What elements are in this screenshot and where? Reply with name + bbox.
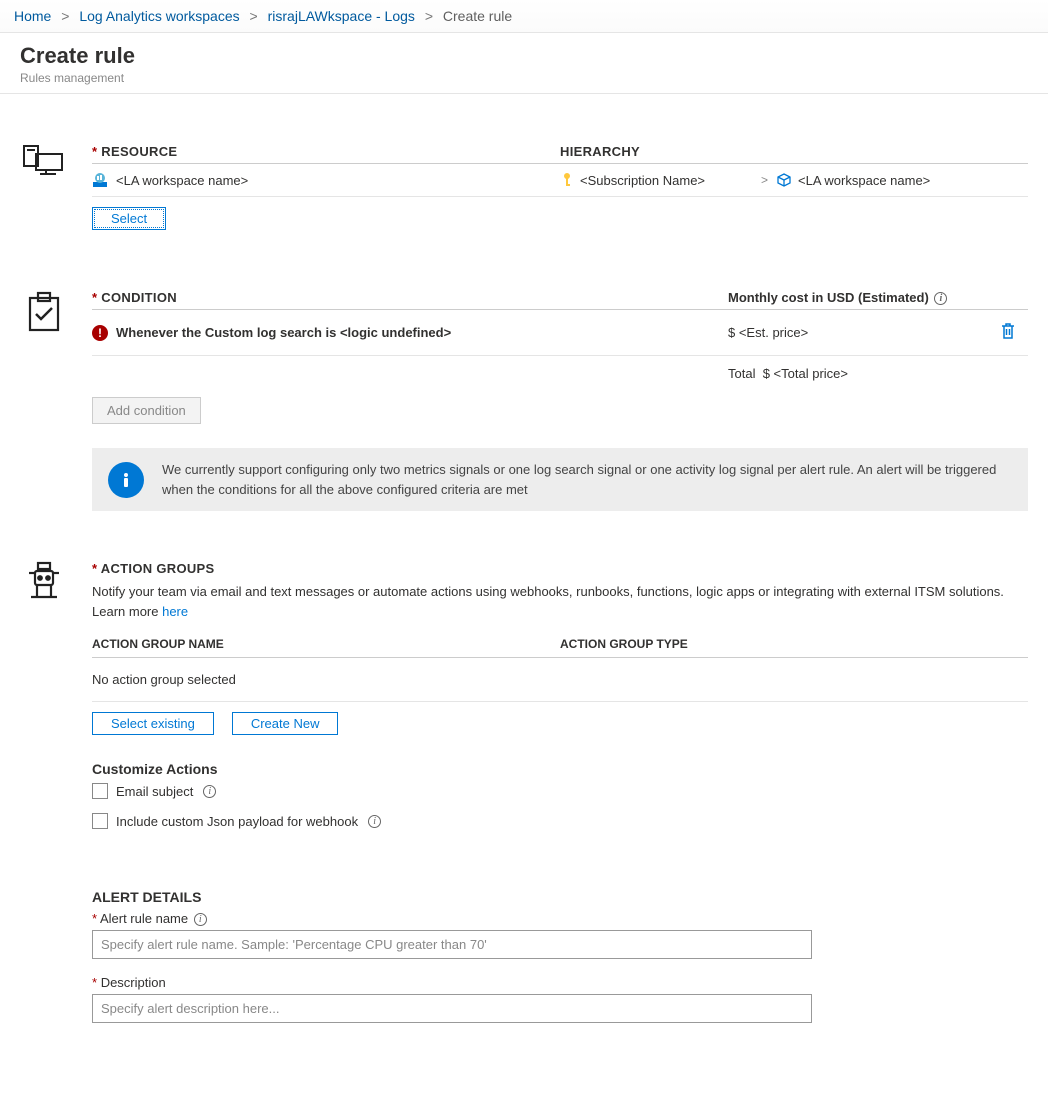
- cube-icon: [776, 172, 792, 188]
- email-subject-checkbox[interactable]: [92, 783, 108, 799]
- select-resource-button[interactable]: Select: [92, 207, 166, 230]
- alert-icon: !: [92, 325, 108, 341]
- condition-info-text: We currently support configuring only tw…: [162, 460, 1012, 499]
- workspace-icon: [92, 172, 108, 188]
- hierarchy-workspace-name: <LA workspace name>: [798, 173, 930, 188]
- chevron-right-icon: >: [61, 8, 69, 24]
- resource-workspace-name: <LA workspace name>: [116, 173, 248, 188]
- email-subject-label: Email subject: [116, 784, 193, 799]
- key-icon: [560, 172, 574, 188]
- json-payload-label: Include custom Json payload for webhook: [116, 814, 358, 829]
- condition-row[interactable]: ! Whenever the Custom log search is <log…: [92, 310, 1028, 356]
- info-icon: [108, 462, 144, 498]
- breadcrumb-home[interactable]: Home: [14, 8, 51, 24]
- info-icon[interactable]: i: [203, 785, 216, 798]
- description-input[interactable]: [92, 994, 812, 1023]
- condition-est-price: $ <Est. price>: [728, 325, 968, 340]
- resource-heading: RESOURCE: [101, 144, 177, 159]
- condition-section-icon: [24, 290, 64, 334]
- condition-heading: CONDITION: [101, 290, 177, 305]
- add-condition-button[interactable]: Add condition: [92, 397, 201, 424]
- condition-row-value: <logic undefined>: [340, 325, 451, 340]
- alert-rule-name-label: Alert rule name: [100, 911, 188, 926]
- chevron-right-icon: >: [250, 8, 258, 24]
- condition-total-value: $ <Total price>: [763, 366, 848, 381]
- alert-rule-name-input[interactable]: [92, 930, 812, 959]
- action-groups-empty-text: No action group selected: [92, 658, 1028, 702]
- breadcrumb-logs[interactable]: risrajLAWkspace - Logs: [268, 8, 415, 24]
- action-groups-learn-more-link[interactable]: here: [162, 604, 188, 619]
- info-icon[interactable]: i: [368, 815, 381, 828]
- action-groups-section-icon: [23, 561, 65, 605]
- delete-condition-button[interactable]: [998, 320, 1018, 345]
- page-header: Create rule Rules management: [0, 33, 1048, 94]
- json-payload-checkbox[interactable]: [92, 813, 108, 829]
- create-new-action-group-button[interactable]: Create New: [232, 712, 339, 735]
- action-groups-description: Notify your team via email and text mess…: [92, 584, 1004, 619]
- page-subtitle: Rules management: [20, 71, 1028, 85]
- hierarchy-subscription-name: <Subscription Name>: [580, 173, 705, 188]
- alert-details-heading: ALERT DETAILS: [92, 889, 812, 905]
- breadcrumb: Home > Log Analytics workspaces > risraj…: [0, 0, 1048, 33]
- info-icon[interactable]: i: [934, 292, 947, 305]
- select-existing-action-group-button[interactable]: Select existing: [92, 712, 214, 735]
- trash-icon: [1000, 322, 1016, 340]
- hierarchy-heading: HIERARCHY: [560, 144, 1028, 159]
- chevron-right-icon: >: [425, 8, 433, 24]
- action-groups-heading: ACTION GROUPS: [101, 561, 215, 576]
- customize-actions-heading: Customize Actions: [92, 761, 1028, 777]
- chevron-right-icon: >: [761, 173, 768, 187]
- action-group-name-column: ACTION GROUP NAME: [92, 637, 560, 651]
- resource-row[interactable]: <LA workspace name> <Subscription Name> …: [92, 164, 1028, 197]
- resource-section-icon: [22, 144, 66, 180]
- action-group-type-column: ACTION GROUP TYPE: [560, 637, 1028, 651]
- page-title: Create rule: [20, 43, 1028, 69]
- condition-total-label: Total: [728, 366, 755, 381]
- breadcrumb-current: Create rule: [443, 8, 512, 24]
- condition-cost-heading: Monthly cost in USD (Estimated): [728, 290, 929, 305]
- breadcrumb-workspaces[interactable]: Log Analytics workspaces: [79, 8, 239, 24]
- description-label: Description: [101, 975, 166, 990]
- condition-row-prefix: Whenever the Custom log search is: [116, 325, 340, 340]
- info-icon[interactable]: i: [194, 913, 207, 926]
